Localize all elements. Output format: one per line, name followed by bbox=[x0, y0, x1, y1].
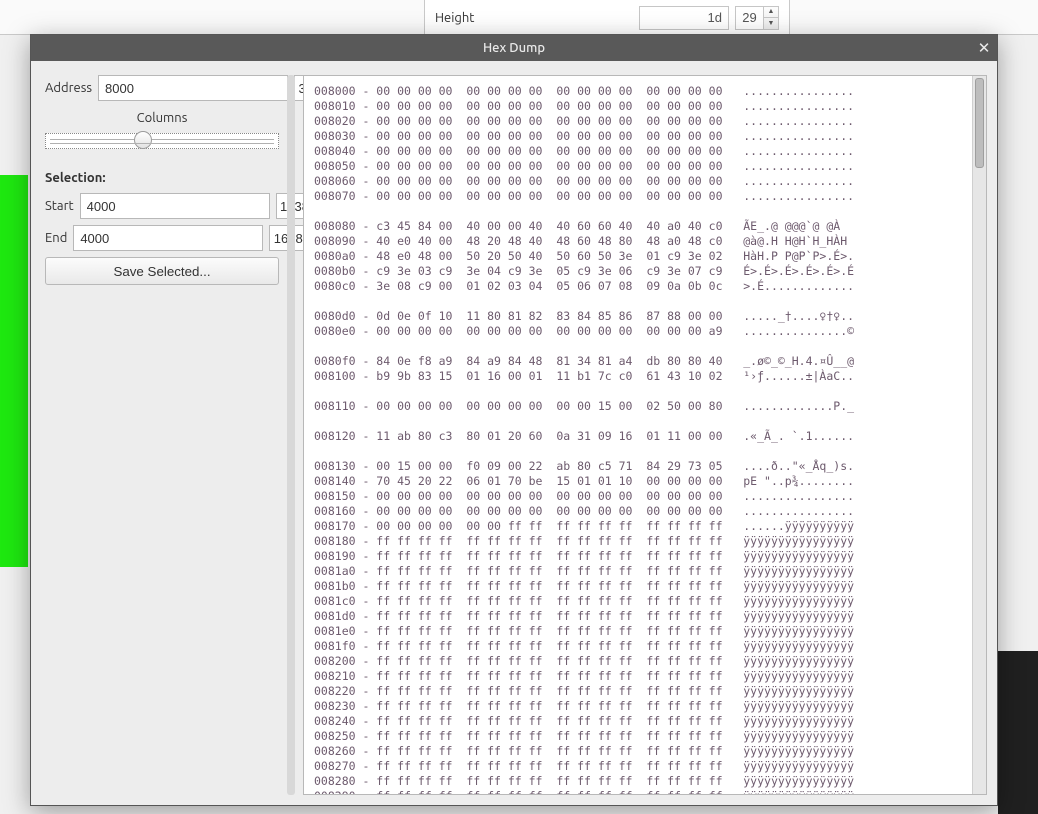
controls-panel: Address ▲ ▼ Columns Selection: Start bbox=[45, 75, 279, 795]
hex-dump-content: 008000 - 00 00 00 00 00 00 00 00 00 00 0… bbox=[304, 76, 986, 794]
parent-height-spinner[interactable]: ▲ ▼ bbox=[763, 6, 779, 30]
splitter-handle[interactable] bbox=[287, 75, 295, 795]
close-button[interactable]: ✕ bbox=[973, 37, 995, 59]
start-label: Start bbox=[45, 199, 74, 213]
parent-height-row: Height ▲ ▼ bbox=[424, 0, 790, 35]
address-label: Address bbox=[45, 81, 92, 95]
close-icon: ✕ bbox=[978, 39, 991, 57]
parent-dark-strip bbox=[998, 651, 1038, 814]
end-hex-input[interactable] bbox=[73, 225, 263, 251]
dialog-title: Hex Dump bbox=[483, 41, 545, 55]
parent-height-dec-input[interactable] bbox=[735, 6, 763, 30]
dialog-titlebar[interactable]: Hex Dump ✕ bbox=[31, 35, 997, 61]
parent-height-hex-input[interactable] bbox=[639, 6, 729, 30]
columns-slider[interactable] bbox=[45, 133, 279, 149]
start-hex-input[interactable] bbox=[80, 193, 270, 219]
scrollbar-thumb[interactable] bbox=[975, 78, 984, 168]
address-hex-input[interactable] bbox=[98, 75, 288, 101]
save-selected-button[interactable]: Save Selected... bbox=[45, 257, 279, 285]
end-label: End bbox=[45, 231, 67, 245]
scrollbar-vertical[interactable] bbox=[972, 76, 986, 794]
slider-thumb[interactable] bbox=[134, 131, 152, 149]
parent-height-label: Height bbox=[435, 11, 639, 25]
chevron-down-icon[interactable]: ▼ bbox=[764, 18, 778, 29]
hex-dump-view[interactable]: 008000 - 00 00 00 00 00 00 00 00 00 00 0… bbox=[303, 75, 987, 795]
chevron-up-icon[interactable]: ▲ bbox=[764, 7, 778, 19]
selection-heading: Selection: bbox=[45, 171, 279, 185]
hex-dump-dialog: Hex Dump ✕ Address ▲ ▼ Columns bbox=[30, 34, 998, 806]
parent-green-strip bbox=[0, 175, 28, 567]
columns-label: Columns bbox=[45, 111, 279, 125]
